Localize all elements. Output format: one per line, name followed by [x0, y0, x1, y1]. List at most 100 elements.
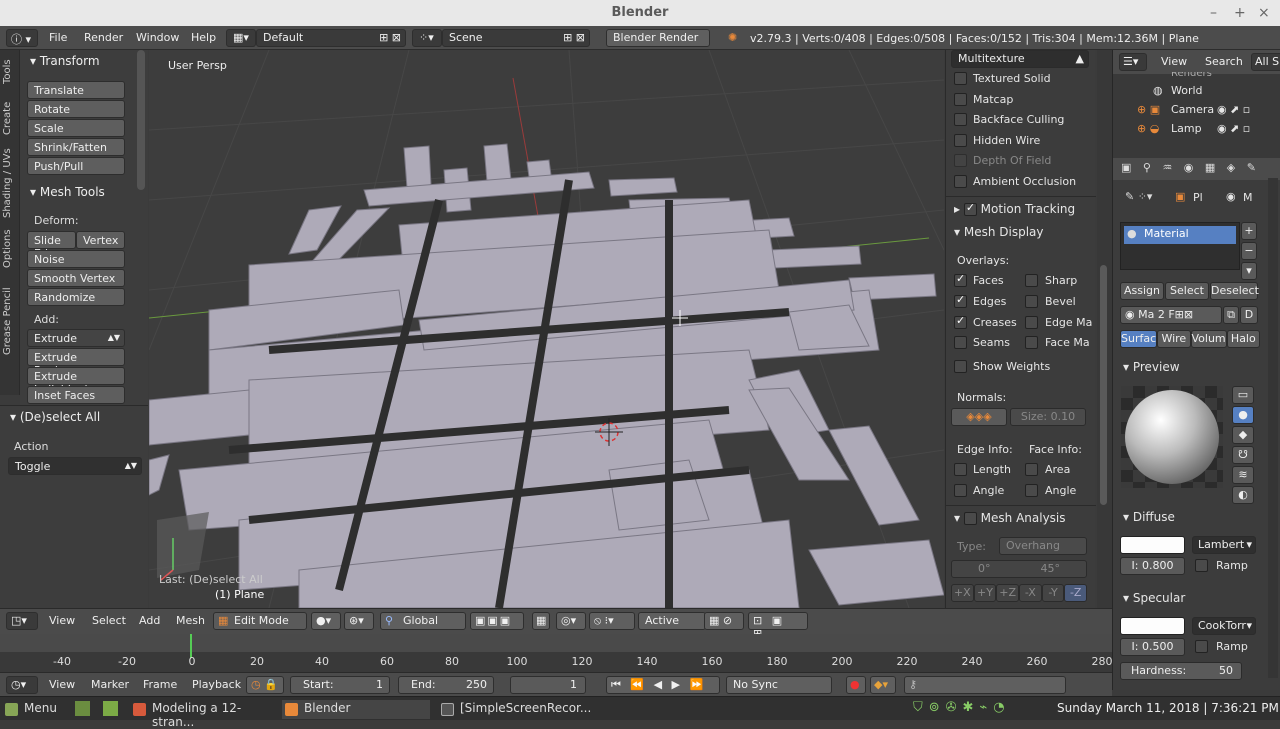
- snap-options-icons[interactable]: ▦ ⊘: [704, 612, 744, 630]
- material-datablock[interactable]: ◉ Ma 2 F⊞⊠: [1120, 306, 1222, 324]
- snap-target-select[interactable]: Active: [638, 612, 706, 630]
- tab-wire[interactable]: Wire: [1157, 330, 1191, 348]
- menu-mesh[interactable]: Mesh: [176, 614, 205, 627]
- layout-select[interactable]: Default ⊞ ⊠: [256, 29, 406, 47]
- tab-create[interactable]: Create: [2, 96, 18, 140]
- show-weights-checkbox[interactable]: [954, 360, 967, 373]
- outliner-item-renders[interactable]: Renders: [1171, 72, 1212, 78]
- properties-context-tabs[interactable]: ▣ ⚲ ♒ ◉ ▦ ◈ ✎: [1113, 158, 1280, 180]
- inset-faces-button[interactable]: Inset Faces: [27, 386, 125, 404]
- shrink-fatten-button[interactable]: Shrink/Fatten: [27, 138, 125, 156]
- diffuse-color-swatch[interactable]: [1120, 536, 1185, 554]
- record-icon[interactable]: ●: [846, 676, 866, 694]
- deselect-button[interactable]: Deselect: [1210, 282, 1259, 300]
- slide-edge-button[interactable]: Slide Ed: [27, 231, 76, 260]
- ambient-occlusion-checkbox[interactable]: [954, 175, 967, 188]
- lamp-visibility-icons[interactable]: ◉ ⬈ ▫: [1217, 122, 1250, 135]
- edge-angle-checkbox[interactable]: [954, 484, 967, 497]
- preview-sphere-icon[interactable]: ●: [1232, 406, 1254, 424]
- outliner-item-world[interactable]: World: [1171, 84, 1203, 97]
- snap-toggle[interactable]: ⦸ ⁝▾: [589, 612, 635, 630]
- mesh-display-header[interactable]: ▾ Mesh Display: [954, 225, 1043, 239]
- remove-slot-button[interactable]: −: [1241, 242, 1257, 260]
- editor-type-3d-icon[interactable]: ◳▾: [6, 612, 38, 630]
- operator-panel-header[interactable]: ▾ (De)select All: [10, 410, 100, 424]
- properties-scrollbar[interactable]: [1268, 178, 1278, 678]
- motion-tracking-checkbox[interactable]: [963, 201, 977, 216]
- push-pull-button[interactable]: Push/Pull: [27, 157, 125, 175]
- specular-ramp-checkbox[interactable]: [1195, 640, 1208, 653]
- face-area-checkbox[interactable]: [1025, 463, 1038, 476]
- menu-help[interactable]: Help: [191, 31, 216, 44]
- menu-render[interactable]: Render: [84, 31, 123, 44]
- outliner-menu-search[interactable]: Search: [1205, 55, 1243, 68]
- show-desktop-icon[interactable]: [75, 701, 90, 716]
- specular-shader-select[interactable]: CookTorr ▾: [1192, 617, 1256, 635]
- noise-button[interactable]: Noise: [27, 250, 125, 268]
- face-marks-checkbox[interactable]: [1025, 336, 1038, 349]
- tab-options[interactable]: Options: [2, 226, 18, 272]
- diffuse-intensity-field[interactable]: I: 0.800: [1120, 557, 1185, 575]
- bevel-checkbox[interactable]: [1025, 295, 1038, 308]
- transform-panel-header[interactable]: ▾ Transform: [30, 54, 100, 68]
- specular-intensity-field[interactable]: I: 0.500: [1120, 638, 1185, 656]
- task-firefox[interactable]: Modeling a 12-stran...: [130, 700, 272, 729]
- outliner-editor-icon[interactable]: ☰▾: [1119, 53, 1147, 71]
- select-button[interactable]: Select: [1165, 282, 1209, 300]
- tab-tools[interactable]: Tools: [2, 54, 18, 90]
- scale-button[interactable]: Scale: [27, 119, 125, 137]
- axis-pos-y-button[interactable]: +Y: [973, 584, 997, 602]
- slide-vertex-button[interactable]: Vertex: [76, 231, 125, 249]
- files-icon[interactable]: [103, 701, 118, 716]
- preview-panel-header[interactable]: ▾ Preview: [1123, 360, 1180, 374]
- diffuse-ramp-checkbox[interactable]: [1195, 559, 1208, 572]
- proportional-edit-select[interactable]: ◎▾: [556, 612, 586, 630]
- data-link-select[interactable]: D: [1240, 306, 1258, 324]
- menu-add[interactable]: Add: [139, 614, 160, 627]
- render-engine-select[interactable]: Blender Render: [606, 29, 710, 47]
- scene-icon[interactable]: ⁘▾: [412, 29, 442, 47]
- layout-grid-icon[interactable]: ▦▾: [226, 29, 256, 47]
- sync-select[interactable]: No Sync: [726, 676, 832, 694]
- edges-checkbox[interactable]: [954, 293, 967, 308]
- scene-select[interactable]: Scene ⊞ ⊠: [442, 29, 590, 47]
- outliner-menu-view[interactable]: View: [1161, 55, 1187, 68]
- diffuse-panel-header[interactable]: ▾ Diffuse: [1123, 510, 1175, 524]
- randomize-button[interactable]: Randomize: [27, 288, 125, 306]
- axis-neg-z-button[interactable]: -Z: [1064, 584, 1088, 602]
- extrude-region-button[interactable]: Extrude Region: [27, 348, 125, 377]
- toolshelf-scrollbar[interactable]: [137, 50, 145, 190]
- viewport-shading-select[interactable]: ●▾: [311, 612, 341, 630]
- seams-checkbox[interactable]: [954, 336, 967, 349]
- mesh-analysis-checkbox[interactable]: [963, 512, 977, 525]
- translate-button[interactable]: Translate: [27, 81, 125, 99]
- context-object[interactable]: Pl: [1193, 191, 1203, 204]
- specular-panel-header[interactable]: ▾ Specular: [1123, 591, 1185, 605]
- edge-length-checkbox[interactable]: [954, 463, 967, 476]
- minimize-icon[interactable]: –: [1210, 0, 1217, 26]
- context-material[interactable]: M: [1243, 191, 1253, 204]
- shading-select[interactable]: Multitexture ▲: [951, 50, 1089, 68]
- preview-flat-icon[interactable]: ▭: [1232, 386, 1254, 404]
- depth-of-field-checkbox[interactable]: [954, 154, 967, 167]
- textured-solid-checkbox[interactable]: [954, 72, 967, 85]
- preview-monkey-icon[interactable]: ☋: [1232, 446, 1254, 464]
- tray-icons[interactable]: ⛉⊚✇✱⌁◔: [913, 700, 1011, 715]
- pin-icon[interactable]: ✎ ⁘▾: [1125, 190, 1152, 203]
- extrude-individual-button[interactable]: Extrude Individual: [27, 367, 125, 396]
- axis-pos-x-button[interactable]: +X: [951, 584, 974, 602]
- playback-controls[interactable]: ⏮ ⏪ ◀ ▶ ⏩ ⏭: [606, 676, 720, 705]
- transform-orientation-select[interactable]: ⚲ Global: [380, 612, 466, 630]
- mesh-tools-panel-header[interactable]: ▾ Mesh Tools: [30, 185, 105, 199]
- tab-grease-pencil[interactable]: Grease Pencil: [2, 278, 18, 364]
- timeline[interactable]: -40 -20 0 20 40 60 80 100 120 140 160 180 200 220 240 2…: [0, 634, 1113, 672]
- preview-hair-icon[interactable]: ≋: [1232, 466, 1254, 484]
- editor-type-info-icon[interactable]: ⓘ ▾: [6, 29, 38, 47]
- timeline-menu-frame[interactable]: Frame: [143, 678, 177, 691]
- tab-shading-uvs[interactable]: Shading / UVs: [2, 144, 18, 222]
- menu-file[interactable]: File: [49, 31, 67, 44]
- outliner-item-camera[interactable]: Camera: [1171, 103, 1214, 116]
- outliner-filter-select[interactable]: All S: [1251, 53, 1280, 71]
- pivot-point-select[interactable]: ⊛▾: [344, 612, 374, 630]
- close-icon[interactable]: ×: [1258, 0, 1270, 26]
